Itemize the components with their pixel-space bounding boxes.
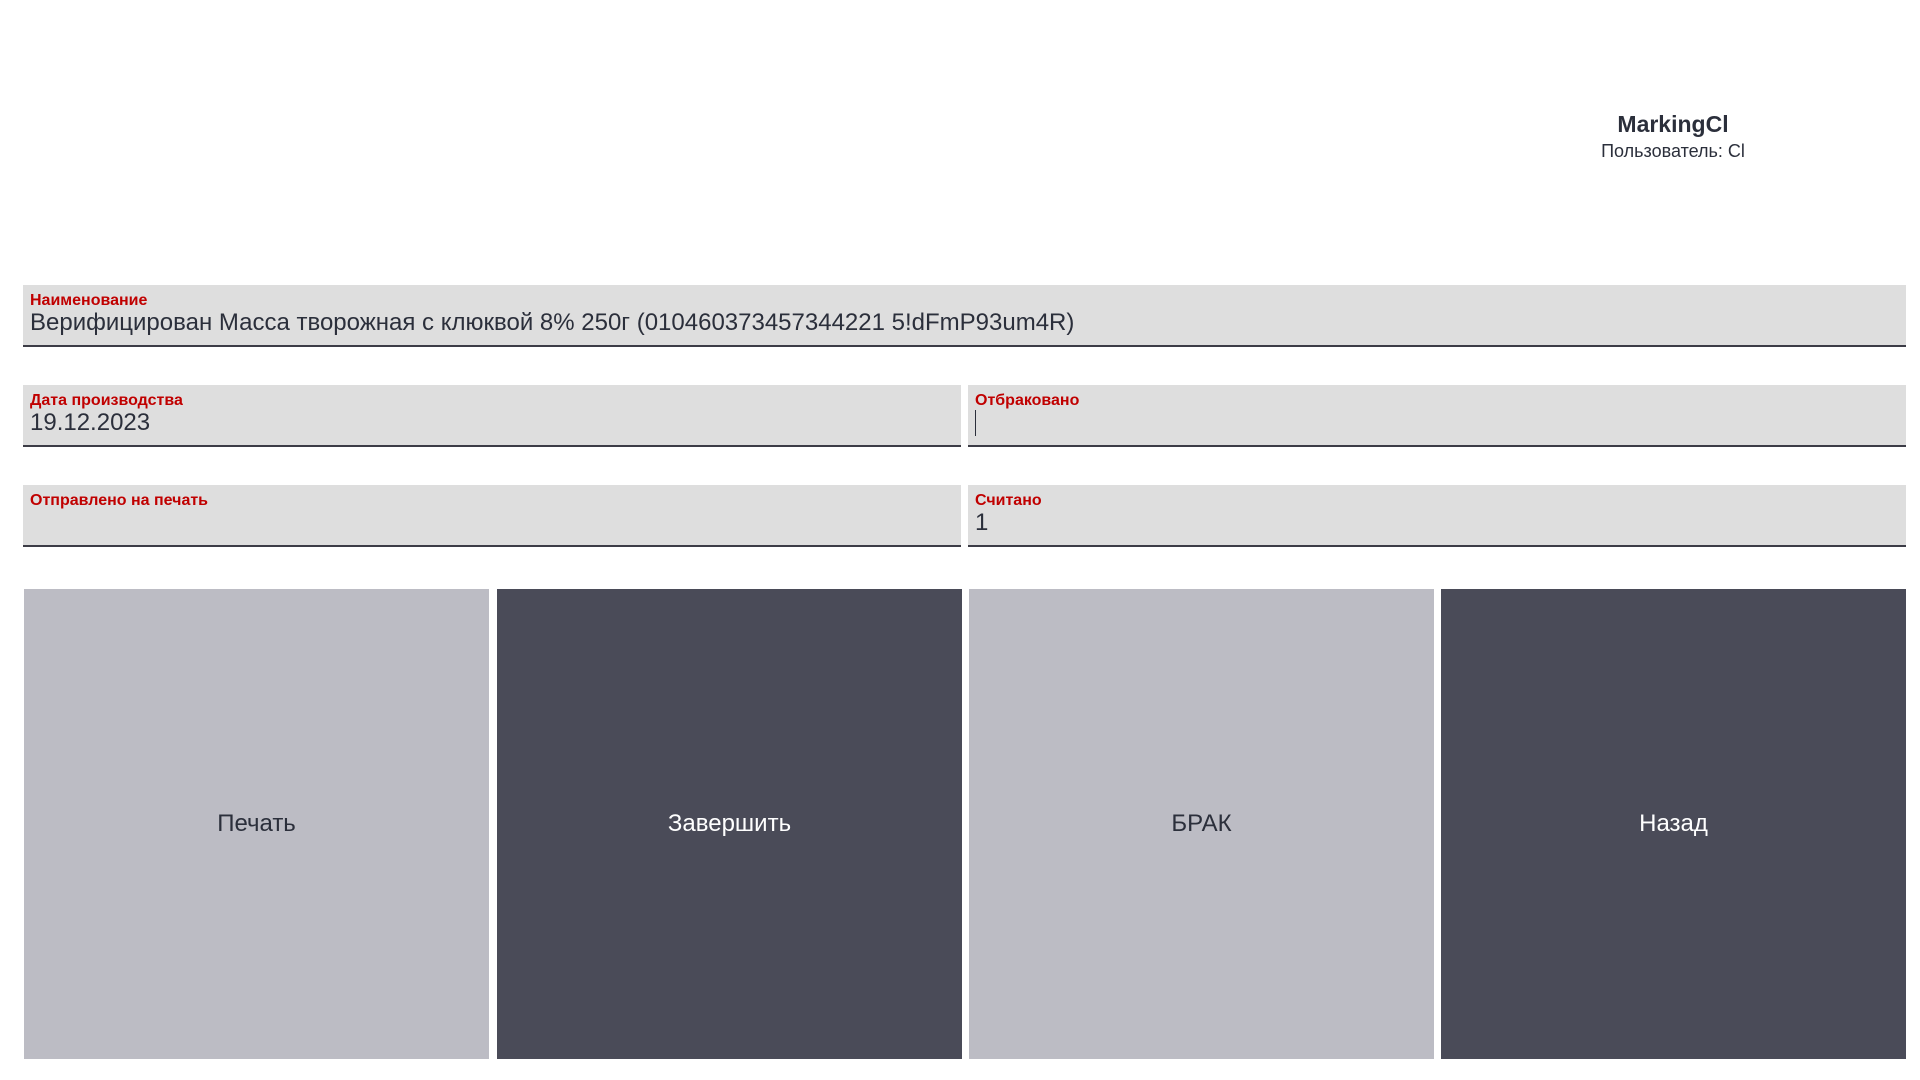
production-date-value[interactable]: 19.12.2023 (30, 409, 954, 437)
sent-to-print-field[interactable]: Отправлено на печать (23, 485, 961, 547)
marking-screen: MarkingCl Пользователь: Cl Наименование … (0, 0, 1920, 1080)
app-title: MarkingCl (1617, 111, 1729, 137)
back-button[interactable]: Назад (1441, 589, 1906, 1059)
name-value[interactable]: Верифицирован Масса творожная с клюквой … (30, 309, 1899, 337)
sent-to-print-value[interactable] (30, 509, 954, 537)
production-date-field[interactable]: Дата производства 19.12.2023 (23, 385, 961, 447)
rejected-label: Отбраковано (975, 392, 1080, 409)
current-user: Пользователь: Cl (1601, 141, 1745, 161)
rejected-field[interactable]: Отбраковано (968, 385, 1906, 447)
rejected-input[interactable] (975, 409, 1899, 437)
defect-button[interactable]: БРАК (969, 589, 1434, 1059)
scanned-label: Считано (975, 492, 1042, 509)
name-label: Наименование (30, 292, 148, 309)
print-button[interactable]: Печать (24, 589, 489, 1059)
sent-to-print-label: Отправлено на печать (30, 492, 209, 509)
finish-button[interactable]: Завершить (497, 589, 962, 1059)
scanned-value[interactable]: 1 (975, 509, 1899, 537)
name-field[interactable]: Наименование Верифицирован Масса творожн… (23, 285, 1906, 347)
production-date-label: Дата производства (30, 392, 183, 409)
text-cursor (975, 410, 976, 436)
scanned-field[interactable]: Считано 1 (968, 485, 1906, 547)
app-header: MarkingCl Пользователь: Cl (1530, 110, 1816, 162)
